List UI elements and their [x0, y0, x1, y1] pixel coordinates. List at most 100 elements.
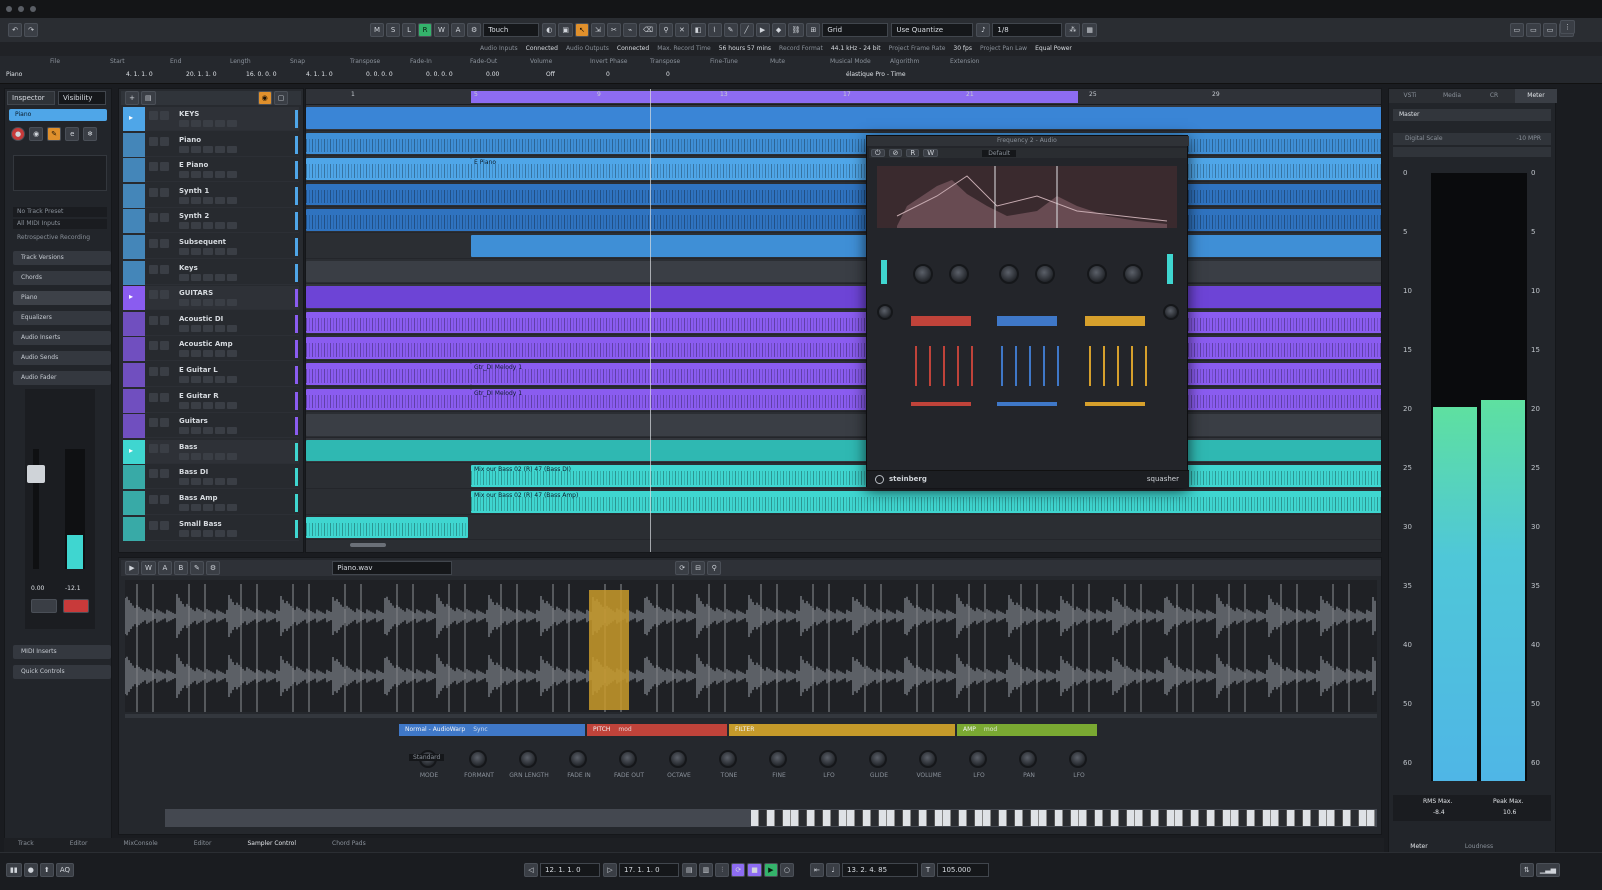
- sampler-section-header[interactable]: Normal - AudioWarp Sync: [399, 724, 585, 736]
- piano-key[interactable]: [1359, 810, 1367, 826]
- piano-key[interactable]: [927, 810, 935, 826]
- piano-key[interactable]: [1071, 810, 1079, 826]
- sampler-zoom-icon[interactable]: ⚲: [707, 561, 722, 575]
- zoom-tool[interactable]: ⚲: [658, 23, 673, 37]
- track-solo-button[interactable]: [160, 495, 169, 504]
- lower-zone-tab[interactable]: Sampler Control: [247, 840, 296, 847]
- cycle-button[interactable]: ⟳: [731, 863, 746, 877]
- piano-key[interactable]: [1327, 810, 1335, 826]
- play-button[interactable]: ▶: [763, 863, 778, 877]
- tab-media[interactable]: Media: [1431, 89, 1473, 103]
- event-clip[interactable]: Mix our Bass 02 (R) 47 (Bass Amp): [471, 491, 1381, 513]
- sampler-b-icon[interactable]: B: [173, 561, 188, 575]
- track-control-button[interactable]: [179, 478, 189, 486]
- glue-tool[interactable]: ⌁: [622, 23, 637, 37]
- track-control-button[interactable]: [215, 324, 225, 332]
- track-name[interactable]: Piano: [179, 136, 201, 144]
- piano-key[interactable]: [1023, 810, 1031, 826]
- band3-threshold-knob[interactable]: [1087, 264, 1107, 284]
- piano-key[interactable]: [887, 810, 895, 826]
- piano-key[interactable]: [775, 810, 783, 826]
- track-mute-button[interactable]: [149, 239, 158, 248]
- track-control-button[interactable]: [203, 120, 213, 127]
- track-control-button[interactable]: [203, 196, 213, 204]
- options-icon[interactable]: ⋮: [1560, 20, 1575, 34]
- track-control-button[interactable]: [203, 324, 213, 332]
- track-solo-button[interactable]: [160, 187, 169, 197]
- track-control-button[interactable]: [179, 248, 189, 255]
- playhead[interactable]: [650, 89, 651, 552]
- piano-key[interactable]: [1215, 810, 1223, 826]
- quantize-value-select[interactable]: 1/8: [992, 23, 1063, 37]
- track-name[interactable]: E Guitar R: [179, 392, 219, 400]
- track-control-button[interactable]: [203, 145, 213, 153]
- track-row[interactable]: ▸ KEYS: [123, 107, 299, 131]
- track-solo-button[interactable]: [160, 162, 169, 172]
- piano-key[interactable]: [991, 810, 999, 826]
- sampler-section-header[interactable]: PITCH mod: [587, 724, 727, 736]
- piano-key[interactable]: [1223, 810, 1231, 826]
- folder-icon[interactable]: ▸: [129, 113, 133, 122]
- track-row[interactable]: Bass DI: [123, 465, 299, 490]
- grid-type-select[interactable]: Grid: [822, 23, 889, 37]
- event-clip[interactable]: [306, 363, 471, 385]
- sampler-knob[interactable]: [1019, 750, 1037, 768]
- piano-key[interactable]: [855, 810, 863, 826]
- track-control-button[interactable]: [179, 324, 189, 332]
- track-solo-button[interactable]: [160, 111, 169, 120]
- track-mute-button[interactable]: [149, 495, 158, 504]
- sampler-knob[interactable]: [869, 750, 887, 768]
- retro-record-field[interactable]: Retrospective Recording: [13, 233, 107, 243]
- piano-key[interactable]: [1183, 810, 1191, 826]
- plugin-power-icon[interactable]: ⏻: [871, 149, 885, 157]
- position-display[interactable]: 13. 2. 4. 85: [841, 863, 918, 877]
- plugin-band-2[interactable]: [991, 246, 1071, 456]
- event-clip[interactable]: [306, 388, 471, 411]
- fader-solo-button[interactable]: [63, 599, 89, 613]
- track-edit-icon[interactable]: ▢: [273, 91, 289, 105]
- track-mute-button[interactable]: [149, 213, 158, 223]
- track-solo-button[interactable]: [160, 443, 169, 453]
- event-clip[interactable]: [306, 414, 1381, 436]
- inspector-volume-pan[interactable]: [13, 155, 107, 191]
- info-snap[interactable]: 4. 1. 1. 0: [306, 71, 366, 78]
- piano-key[interactable]: [967, 810, 975, 826]
- info-fine-tune[interactable]: 0: [666, 71, 846, 78]
- iterative-quantize-icon[interactable]: ⁂: [1065, 23, 1081, 37]
- piano-key[interactable]: [767, 810, 775, 826]
- fader-mute-button[interactable]: [31, 599, 57, 613]
- piano-key[interactable]: [1351, 810, 1359, 826]
- left-locator-icon[interactable]: ◁: [524, 863, 538, 877]
- info-start[interactable]: 4. 1. 1. 0: [126, 71, 186, 78]
- band2-ratio-knob[interactable]: [1035, 264, 1055, 284]
- track-row[interactable]: ▸ Bass: [123, 439, 299, 464]
- piano-key[interactable]: [1063, 810, 1071, 826]
- erase-tool[interactable]: ⌫: [638, 23, 657, 37]
- track-control-button[interactable]: [179, 222, 189, 230]
- record-button[interactable]: ○: [779, 863, 794, 877]
- punch-out-icon[interactable]: ▥: [698, 863, 714, 877]
- right-locator-icon[interactable]: ▷: [603, 863, 617, 877]
- track-name[interactable]: Small Bass: [179, 520, 222, 528]
- track-mute-button[interactable]: [149, 469, 158, 479]
- piano-key[interactable]: [999, 810, 1007, 826]
- track-name[interactable]: Acoustic Amp: [179, 340, 233, 348]
- track-control-button[interactable]: [215, 248, 225, 255]
- piano-key[interactable]: [1343, 810, 1351, 826]
- track-row[interactable]: E Guitar R: [123, 388, 299, 413]
- output-gain-knob[interactable]: [1163, 304, 1179, 320]
- track-name[interactable]: Acoustic DI: [179, 315, 223, 323]
- folder-icon[interactable]: ▸: [129, 292, 133, 301]
- input-gain-knob[interactable]: [877, 304, 893, 320]
- track-control-button[interactable]: [179, 273, 189, 281]
- piano-key[interactable]: [783, 810, 791, 826]
- event-clip[interactable]: [306, 132, 1381, 155]
- piano-key[interactable]: [751, 810, 759, 826]
- sampler-knob[interactable]: [719, 750, 737, 768]
- sampler-snap-icon[interactable]: ⊟: [691, 561, 706, 575]
- info-algorithm[interactable]: élastique Pro - Time: [846, 71, 966, 78]
- inspector-track-header[interactable]: Piano: [9, 109, 107, 121]
- sampler-knob[interactable]: [969, 750, 987, 768]
- horizontal-scrollbar[interactable]: [350, 543, 386, 547]
- track-control-button[interactable]: [227, 222, 237, 230]
